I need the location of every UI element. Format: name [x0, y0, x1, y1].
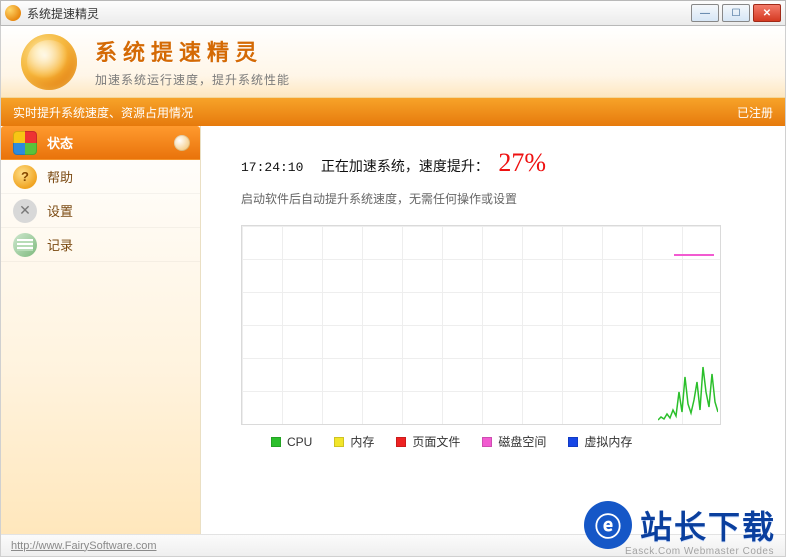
swatch-icon [396, 437, 406, 447]
sidebar-item-status[interactable]: 状态 [1, 126, 200, 160]
description-text: 启动软件后自动提升系统速度，无需任何操作或设置 [241, 190, 765, 207]
sidebar-item-help[interactable]: 帮助 [1, 160, 200, 194]
legend-memory: 内存 [334, 433, 374, 450]
app-logo-icon [21, 34, 77, 90]
help-icon [13, 165, 37, 189]
body: 状态 帮助 设置 记录 17:24:10 正在加速系统，速度提升： 27% 启动 [1, 126, 785, 534]
disk-space-trace [674, 254, 714, 256]
speedup-percent: 27% [498, 148, 546, 177]
current-time: 17:24:10 [241, 160, 303, 175]
legend-label: 磁盘空间 [498, 433, 546, 450]
window-titlebar: 系统提速精灵 — ☐ ✕ [0, 0, 786, 26]
legend-label: CPU [287, 435, 312, 449]
sidebar-item-label: 设置 [47, 201, 73, 220]
sidebar-item-label: 帮助 [47, 167, 73, 186]
legend-label: 内存 [350, 433, 374, 450]
sidebar-item-settings[interactable]: 设置 [1, 194, 200, 228]
sidebar-item-label: 状态 [47, 133, 73, 152]
sidebar-item-log[interactable]: 记录 [1, 228, 200, 262]
sidebar-item-label: 记录 [47, 235, 73, 254]
sidebar: 状态 帮助 设置 记录 [1, 126, 201, 534]
app-window: 系统提速精灵 加速系统运行速度，提升系统性能 实时提升系统速度、资源占用情况 已… [0, 26, 786, 557]
legend-virtualmem: 虚拟内存 [568, 433, 632, 450]
vendor-url[interactable]: http://www.FairySoftware.com [11, 540, 157, 552]
chart-grid [242, 226, 720, 424]
chart-legend: CPU 内存 页面文件 磁盘空间 虚拟内存 [241, 433, 765, 450]
app-title: 系统提速精灵 [95, 35, 290, 67]
legend-disk: 磁盘空间 [482, 433, 546, 450]
maximize-button[interactable]: ☐ [722, 4, 750, 22]
settings-icon [13, 199, 37, 223]
legend-label: 虚拟内存 [584, 433, 632, 450]
header-banner: 系统提速精灵 加速系统运行速度，提升系统性能 [1, 26, 785, 98]
cpu-trace-icon [658, 362, 718, 422]
watermark-subtext: Easck.Com Webmaster Codes [625, 546, 774, 557]
log-icon [13, 233, 37, 257]
legend-pagefile: 页面文件 [396, 433, 460, 450]
banner-text: 系统提速精灵 加速系统运行速度，提升系统性能 [95, 35, 290, 88]
status-line: 17:24:10 正在加速系统，速度提升： 27% [241, 148, 765, 178]
legend-label: 页面文件 [412, 433, 460, 450]
performance-chart [241, 225, 721, 425]
status-icon [13, 131, 37, 155]
minimize-button[interactable]: — [691, 4, 719, 22]
window-title: 系统提速精灵 [27, 5, 688, 22]
swatch-icon [482, 437, 492, 447]
legend-cpu: CPU [271, 435, 312, 449]
app-subtitle: 加速系统运行速度，提升系统性能 [95, 71, 290, 88]
close-button[interactable]: ✕ [753, 4, 781, 22]
status-strip: 实时提升系统速度、资源占用情况 已注册 [1, 98, 785, 126]
app-icon [5, 5, 21, 21]
strip-right-text: 已注册 [737, 104, 773, 121]
swatch-icon [271, 437, 281, 447]
swatch-icon [568, 437, 578, 447]
swatch-icon [334, 437, 344, 447]
status-text: 正在加速系统，速度提升： [321, 160, 489, 175]
main-panel: 17:24:10 正在加速系统，速度提升： 27% 启动软件后自动提升系统速度，… [201, 126, 785, 534]
strip-left-text: 实时提升系统速度、资源占用情况 [13, 104, 737, 121]
